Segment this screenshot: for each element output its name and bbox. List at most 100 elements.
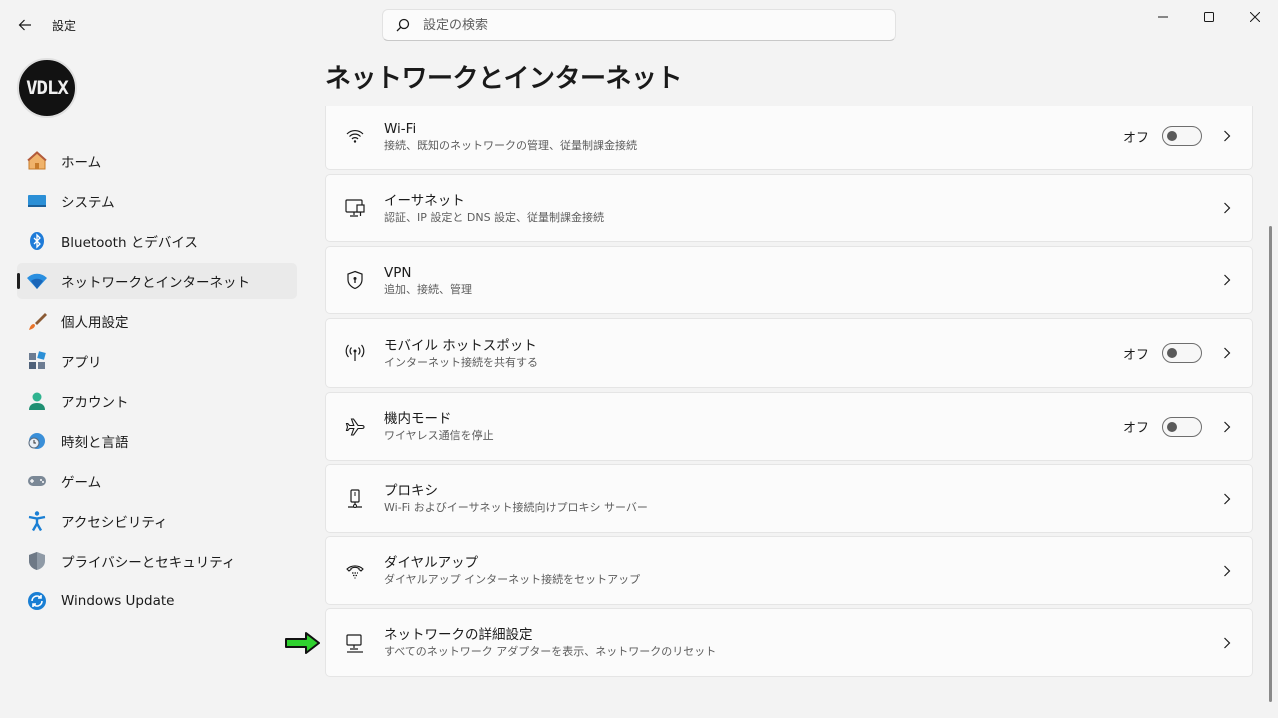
sidebar-item-accessibility[interactable]: アクセシビリティ [17, 503, 297, 539]
toggle-state-label: オフ [1122, 347, 1149, 363]
globe-clock-icon [26, 430, 48, 452]
airplane-toggle[interactable] [1162, 416, 1202, 437]
sidebar-item-accounts[interactable]: アカウント [17, 383, 297, 419]
sidebar-item-label: 時刻と言語 [61, 435, 129, 451]
sidebar-item-home[interactable]: ホーム [17, 143, 297, 179]
account-icon [26, 390, 48, 412]
app-title: 設定 [52, 19, 77, 33]
card-subtitle: 追加、接続、管理 [384, 282, 472, 296]
card-title: VPN [384, 264, 412, 281]
wifi-toggle[interactable] [1162, 126, 1202, 146]
sidebar-item-apps[interactable]: アプリ [17, 343, 297, 379]
card-advanced-network[interactable]: ネットワークの詳細設定 すべてのネットワーク アダプターを表示、ネットワークのリ… [325, 608, 1253, 677]
chevron-right-icon [1212, 565, 1242, 577]
sidebar-item-label: Windows Update [61, 593, 175, 609]
toggle-state-label: オフ [1122, 421, 1149, 436]
maximize-button[interactable] [1186, 0, 1232, 34]
proxy-icon [326, 488, 384, 510]
sidebar-item-network[interactable]: ネットワークとインターネット [17, 263, 297, 299]
card-ethernet[interactable]: イーサネット 認証、IP 設定と DNS 設定、従量制課金接続 [325, 174, 1253, 242]
sidebar-item-time-language[interactable]: 時刻と言語 [17, 423, 297, 459]
sidebar-item-label: Bluetooth とデバイス [61, 235, 198, 251]
maximize-icon [1204, 12, 1214, 22]
search-input[interactable] [423, 17, 863, 33]
sidebar-item-label: ネットワークとインターネット [61, 275, 250, 291]
back-arrow-icon [18, 19, 31, 31]
toggle-knob [1167, 421, 1177, 432]
sidebar-item-windows-update[interactable]: Windows Update [17, 583, 297, 619]
chevron-right-icon [1212, 421, 1242, 433]
card-subtitle: ダイヤルアップ インターネット接続をセットアップ [384, 573, 641, 586]
sidebar-item-label: アクセシビリティ [61, 515, 168, 531]
wifi-icon [326, 126, 384, 146]
card-dialup[interactable]: ダイヤルアップ ダイヤルアップ インターネット接続をセットアップ [325, 536, 1253, 605]
update-icon [26, 590, 48, 612]
card-title: 機内モード [384, 411, 452, 427]
card-subtitle: すべてのネットワーク アダプターを表示、ネットワークのリセット [384, 645, 717, 658]
sidebar-item-personalization[interactable]: 個人用設定 [17, 303, 297, 339]
sidebar-item-label: プライバシーとセキュリティ [61, 555, 236, 571]
advanced-network-icon [326, 632, 384, 654]
sidebar-item-gaming[interactable]: ゲーム [17, 463, 297, 499]
card-subtitle: インターネット接続を共有する [384, 355, 538, 369]
card-vpn[interactable]: VPN 追加、接続、管理 [325, 246, 1253, 314]
toggle-knob [1167, 131, 1177, 141]
chevron-right-icon [1212, 274, 1242, 286]
scrollbar[interactable] [1269, 226, 1272, 702]
back-button[interactable] [10, 10, 40, 40]
sidebar-item-label: ゲーム [61, 475, 102, 491]
chevron-right-icon [1212, 130, 1242, 142]
minimize-button[interactable] [1140, 0, 1186, 34]
sidebar-item-label: アプリ [61, 355, 102, 371]
search-box[interactable] [382, 9, 896, 41]
sidebar-item-label: 個人用設定 [61, 315, 129, 331]
sidebar-nav: ホーム システム Bluetooth とデバイス ネットワークとインターネット … [17, 143, 297, 623]
settings-list: Wi-Fi 接続、既知のネットワークの管理、従量制課金接続 オフ イーサネット … [325, 106, 1253, 718]
toggle-state-label: オフ [1122, 130, 1149, 146]
bluetooth-icon [26, 230, 48, 252]
gamepad-icon [26, 470, 48, 492]
vpn-shield-icon [326, 270, 384, 290]
card-proxy[interactable]: プロキシ Wi-Fi およびイーサネット接続向けプロキシ サーバー [325, 464, 1253, 533]
card-subtitle: 接続、既知のネットワークの管理、従量制課金接続 [384, 138, 637, 152]
minimize-icon [1158, 16, 1168, 18]
accessibility-icon [26, 510, 48, 532]
card-subtitle: 認証、IP 設定と DNS 設定、従量制課金接続 [384, 210, 605, 224]
arrow-right-icon [285, 632, 320, 654]
ethernet-icon [326, 197, 384, 219]
chevron-right-icon [1212, 637, 1242, 649]
sidebar-item-privacy[interactable]: プライバシーとセキュリティ [17, 543, 297, 579]
card-wifi[interactable]: Wi-Fi 接続、既知のネットワークの管理、従量制課金接続 オフ [325, 106, 1253, 170]
card-title: モバイル ホットスポット [384, 337, 537, 354]
chevron-right-icon [1212, 202, 1242, 214]
hotspot-toggle[interactable] [1162, 343, 1202, 363]
close-button[interactable] [1232, 0, 1278, 34]
avatar[interactable]: VDLX [17, 58, 77, 118]
window-controls [1140, 0, 1278, 34]
network-icon [26, 270, 48, 292]
card-title: プロキシ [384, 483, 438, 499]
card-airplane-mode[interactable]: 機内モード ワイヤレス通信を停止 オフ [325, 392, 1253, 461]
toggle-knob [1167, 348, 1177, 358]
card-title: ダイヤルアップ [384, 555, 479, 571]
green-arrow-annotation [284, 630, 322, 660]
dialup-icon [326, 560, 384, 582]
title-bar: 設定 [0, 0, 1278, 50]
sidebar-item-label: ホーム [61, 155, 102, 171]
sidebar-item-label: システム [61, 195, 115, 211]
chevron-right-icon [1212, 493, 1242, 505]
sidebar-item-system[interactable]: システム [17, 183, 297, 219]
shield-icon [26, 550, 48, 572]
card-subtitle: ワイヤレス通信を停止 [384, 429, 494, 442]
sidebar-item-bluetooth[interactable]: Bluetooth とデバイス [17, 223, 297, 259]
card-title: イーサネット [384, 192, 465, 209]
system-icon [26, 190, 48, 212]
close-icon [1250, 12, 1260, 22]
search-icon [383, 18, 423, 32]
airplane-icon [326, 416, 384, 438]
apps-icon [26, 350, 48, 372]
sidebar-item-label: アカウント [61, 395, 129, 411]
chevron-right-icon [1212, 347, 1242, 359]
home-icon [26, 150, 48, 172]
card-mobile-hotspot[interactable]: モバイル ホットスポット インターネット接続を共有する オフ [325, 318, 1253, 388]
